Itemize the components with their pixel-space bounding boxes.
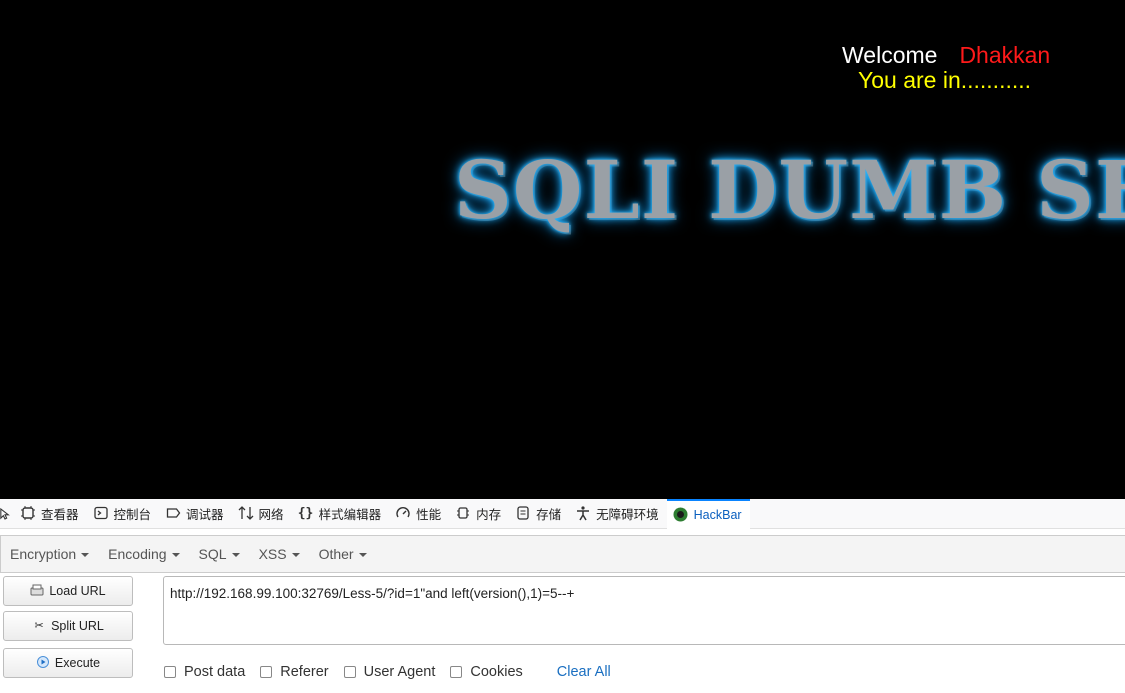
user-agent-checkbox[interactable] — [343, 666, 356, 678]
caret-down-icon — [231, 553, 240, 558]
cookies-checkbox[interactable] — [450, 666, 463, 678]
button-label: Load URL — [49, 584, 106, 598]
tab-label: 无障碍环境 — [596, 508, 659, 522]
menu-other[interactable]: Other — [310, 546, 377, 562]
request-options: Post data Referer User Agent Cookies Cle… — [163, 664, 611, 680]
page-content: Welcome Dhakkan You are in........... SQL… — [0, 0, 1125, 499]
performance-icon — [395, 506, 411, 522]
tab-label: 网络 — [258, 508, 284, 522]
button-label: Execute — [54, 656, 101, 670]
menu-label: XSS — [258, 546, 287, 562]
devtools-tabbar: 查看器 控制台 调试器 网络 {} 样式编辑器 性能 内存 存储 无障碍环境 H… — [0, 498, 1125, 529]
tab-inspector[interactable]: 查看器 — [14, 499, 87, 528]
caret-down-icon — [171, 553, 180, 558]
referer-checkbox[interactable] — [260, 666, 273, 678]
welcome-line: Welcome Dhakkan — [842, 42, 1050, 69]
tab-label: 查看器 — [41, 508, 79, 522]
tab-storage[interactable]: 存储 — [509, 499, 569, 528]
menu-encoding[interactable]: Encoding — [99, 546, 189, 562]
style-editor-icon: {} — [297, 505, 314, 521]
tab-label: 样式编辑器 — [318, 508, 382, 522]
tab-label: 性能 — [416, 508, 442, 522]
option-label: Referer — [280, 664, 329, 680]
tab-console[interactable]: 控制台 — [87, 499, 160, 528]
network-icon — [238, 505, 254, 522]
menu-sql[interactable]: SQL — [190, 546, 250, 562]
tab-label: 调试器 — [186, 508, 224, 522]
accessibility-icon — [575, 505, 591, 522]
site-banner: SQLI DUMB SERIES — [454, 143, 1125, 237]
option-label: User Agent — [363, 664, 436, 680]
menu-label: Encryption — [10, 546, 77, 562]
tab-memory[interactable]: 内存 — [449, 499, 509, 528]
menu-label: Other — [318, 546, 354, 562]
caret-down-icon — [291, 553, 300, 558]
menu-label: SQL — [198, 546, 227, 562]
button-label: Split URL — [51, 619, 104, 633]
user-agent-option[interactable]: User Agent — [343, 664, 436, 680]
execute-button[interactable]: Execute — [3, 648, 133, 678]
welcome-label: Welcome — [842, 42, 938, 68]
tab-performance[interactable]: 性能 — [389, 499, 449, 528]
menu-xss[interactable]: XSS — [250, 546, 310, 562]
debugger-icon — [165, 506, 181, 522]
console-icon — [93, 506, 109, 522]
post-data-option[interactable]: Post data — [163, 664, 245, 680]
tab-hackbar[interactable]: HackBar — [666, 498, 750, 529]
tab-label: 存储 — [536, 508, 562, 522]
cookies-option[interactable]: Cookies — [449, 664, 523, 680]
memory-icon — [455, 506, 471, 522]
tab-label: 控制台 — [113, 508, 152, 522]
option-label: Post data — [184, 664, 246, 680]
login-status: You are in........... — [858, 67, 1032, 93]
hackbar-menu: Encryption Encoding SQL XSS Other — [0, 535, 1125, 573]
caret-down-icon — [81, 553, 90, 558]
clear-all-link[interactable]: Clear All — [557, 664, 611, 680]
tab-accessibility[interactable]: 无障碍环境 — [569, 499, 667, 528]
caret-down-icon — [358, 553, 367, 558]
url-textarea[interactable]: http://192.168.99.100:32769/Less-5/?id=1… — [163, 576, 1125, 645]
devtools-panel: 查看器 控制台 调试器 网络 {} 样式编辑器 性能 内存 存储 无障碍环境 H… — [0, 498, 1125, 693]
option-label: Cookies — [470, 664, 523, 680]
play-icon — [36, 656, 50, 670]
tab-label: HackBar — [693, 507, 742, 522]
split-url-button[interactable]: ✂ Split URL — [3, 611, 133, 641]
load-url-icon — [30, 584, 44, 598]
tab-label: 内存 — [476, 508, 502, 522]
post-data-checkbox[interactable] — [164, 666, 176, 678]
element-picker-icon[interactable] — [0, 499, 14, 528]
menu-label: Encoding — [108, 546, 167, 562]
tab-debugger[interactable]: 调试器 — [159, 499, 232, 528]
storage-icon — [515, 505, 531, 522]
tab-style-editor[interactable]: {} 样式编辑器 — [292, 499, 390, 528]
referer-option[interactable]: Referer — [259, 664, 329, 680]
menu-encryption[interactable]: Encryption — [1, 546, 99, 562]
hackbar-icon — [673, 507, 689, 523]
tab-network[interactable]: 网络 — [232, 499, 292, 528]
inspector-icon — [20, 505, 36, 522]
scissors-icon: ✂ — [34, 620, 44, 632]
load-url-button[interactable]: Load URL — [3, 576, 133, 606]
username: Dhakkan — [959, 42, 1051, 68]
